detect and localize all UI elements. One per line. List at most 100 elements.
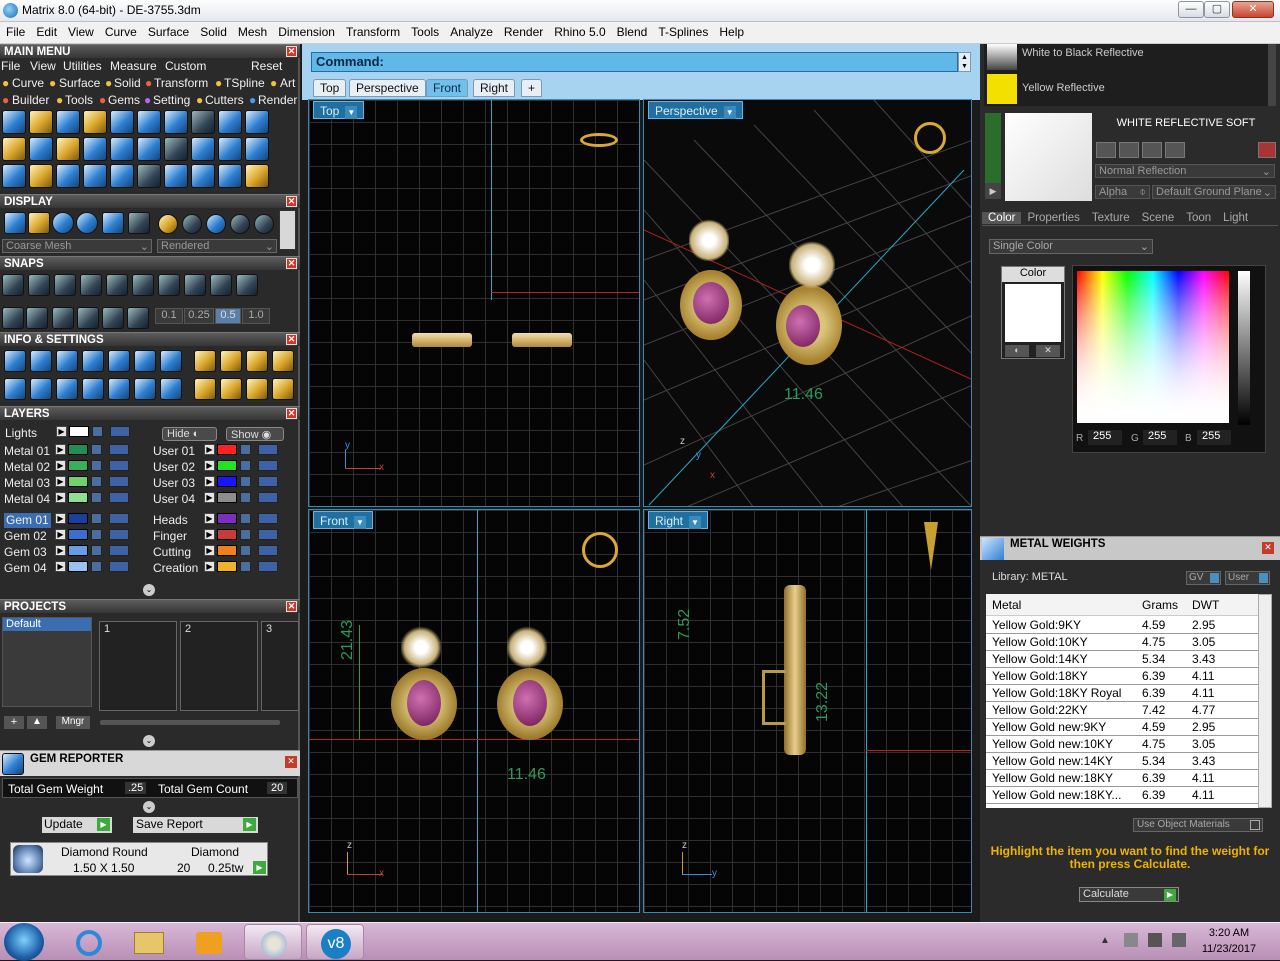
tab-light[interactable]: Light bbox=[1217, 212, 1254, 224]
tool-icon[interactable] bbox=[245, 137, 269, 161]
display-off-icon[interactable] bbox=[254, 214, 274, 234]
calculate-button[interactable]: Calculate ▶ bbox=[1079, 887, 1179, 902]
tool-icon[interactable] bbox=[83, 110, 107, 134]
layer-color[interactable] bbox=[68, 545, 88, 556]
layer-color[interactable] bbox=[68, 513, 88, 524]
color-mode-select[interactable]: Single Color ⌄ bbox=[989, 239, 1153, 254]
add-view-tab[interactable]: + bbox=[521, 79, 543, 97]
category-tools[interactable]: Tools bbox=[65, 93, 93, 107]
close-icon[interactable]: ✕ bbox=[286, 258, 297, 269]
taskbar-ie-icon[interactable] bbox=[60, 924, 118, 960]
layer-arrow-icon[interactable]: ▶ bbox=[55, 492, 66, 503]
layer-arrow-icon[interactable]: ▶ bbox=[204, 529, 215, 540]
layer-color[interactable] bbox=[68, 561, 88, 572]
material-tool-icon[interactable] bbox=[1096, 142, 1116, 158]
user-toggle[interactable]: User bbox=[1225, 571, 1270, 585]
lock-icon[interactable] bbox=[240, 513, 251, 524]
tool-icon[interactable] bbox=[110, 137, 134, 161]
info-setting-icon[interactable] bbox=[134, 378, 156, 400]
snap-icon[interactable] bbox=[210, 274, 232, 296]
layer-arrow-icon[interactable]: ▶ bbox=[55, 513, 66, 524]
category-transform[interactable]: Transform bbox=[154, 76, 208, 90]
info-setting-icon[interactable] bbox=[272, 350, 294, 372]
info-setting-icon[interactable] bbox=[160, 350, 182, 372]
info-setting-icon[interactable] bbox=[134, 350, 156, 372]
tool-icon[interactable] bbox=[2, 137, 26, 161]
info-setting-icon[interactable] bbox=[82, 378, 104, 400]
layer-color[interactable] bbox=[68, 492, 88, 503]
snap-icon[interactable] bbox=[52, 307, 74, 329]
gem-detail-arrow-icon[interactable]: ▶ bbox=[253, 861, 266, 874]
menu-dimension[interactable]: Dimension bbox=[272, 22, 340, 39]
tray-time[interactable]: 3:20 AM bbox=[1196, 927, 1262, 939]
ring-side-nav-icon[interactable] bbox=[924, 522, 938, 570]
command-scroll[interactable]: ▲ ▼ bbox=[958, 52, 971, 72]
tool-icon[interactable] bbox=[56, 137, 80, 161]
lock-icon[interactable] bbox=[240, 545, 251, 556]
tool-icon[interactable] bbox=[164, 164, 188, 188]
tab-scene[interactable]: Scene bbox=[1136, 212, 1181, 224]
viewport-top[interactable]: Top ▼ y x bbox=[308, 99, 640, 507]
ring-nav-icon[interactable] bbox=[914, 122, 946, 154]
material-tool-icon[interactable] bbox=[1119, 142, 1139, 158]
visibility-icon[interactable] bbox=[109, 492, 129, 503]
close-icon[interactable]: ✕ bbox=[286, 334, 297, 345]
project-slot-2[interactable]: 2 bbox=[180, 621, 258, 711]
main-menu-nav-measure[interactable]: Measure bbox=[110, 59, 157, 73]
tab-color[interactable]: Color bbox=[982, 212, 1022, 224]
gem-detail-row[interactable]: Diamond Round 1.50 X 1.50 Diamond 20 0.2… bbox=[10, 842, 268, 876]
tool-icon[interactable] bbox=[191, 137, 215, 161]
tool-icon[interactable] bbox=[83, 137, 107, 161]
snap-value-1[interactable]: 0.25 bbox=[184, 308, 214, 324]
snap-icon[interactable] bbox=[158, 274, 180, 296]
close-icon[interactable]: ✕ bbox=[286, 601, 297, 612]
expand-arrow-icon[interactable]: ▶ bbox=[985, 183, 1001, 199]
tool-icon[interactable] bbox=[137, 137, 161, 161]
snap-value-2[interactable]: 0.5 bbox=[215, 308, 241, 324]
viewport-front-label[interactable]: Front ▼ bbox=[313, 511, 374, 529]
info-setting-icon[interactable] bbox=[272, 378, 294, 400]
layer-color[interactable] bbox=[217, 513, 237, 524]
layer-color[interactable] bbox=[217, 529, 237, 540]
layer-arrow-icon[interactable]: ▶ bbox=[204, 561, 215, 572]
upload-project-button[interactable]: ▲ bbox=[27, 716, 47, 729]
viewport-top-label[interactable]: Top ▼ bbox=[313, 101, 365, 119]
metal-table-scrollbar[interactable] bbox=[1258, 594, 1272, 808]
show-button[interactable]: Show ◉ bbox=[226, 427, 284, 441]
viewport-right-label[interactable]: Right ▼ bbox=[648, 511, 709, 529]
hide-button[interactable]: Hide ◐ bbox=[162, 427, 217, 441]
menu-surface[interactable]: Surface bbox=[142, 22, 194, 39]
close-icon[interactable]: ✕ bbox=[285, 756, 297, 768]
menu-edit[interactable]: Edit bbox=[30, 22, 62, 39]
lock-icon[interactable] bbox=[91, 561, 102, 572]
snap-icon[interactable] bbox=[26, 307, 48, 329]
material-side-tab[interactable] bbox=[985, 113, 1001, 183]
visibility-icon[interactable] bbox=[109, 444, 129, 455]
menu-analyze[interactable]: Analyze bbox=[444, 22, 498, 39]
menu-curve[interactable]: Curve bbox=[99, 22, 142, 39]
lock-icon[interactable] bbox=[240, 460, 251, 471]
projects-scrollbar[interactable] bbox=[100, 720, 280, 725]
info-setting-icon[interactable] bbox=[194, 350, 216, 372]
layer-color[interactable] bbox=[68, 476, 88, 487]
display-blue-ball-icon[interactable] bbox=[206, 214, 226, 234]
table-row[interactable]: Yellow Gold new:18KY 6.39 4.11 bbox=[986, 770, 1258, 787]
close-button[interactable]: ✕ bbox=[1232, 1, 1274, 18]
tab-top[interactable]: Top bbox=[313, 79, 347, 97]
info-setting-icon[interactable] bbox=[194, 378, 216, 400]
visibility-icon[interactable] bbox=[258, 444, 278, 455]
alpha-field[interactable]: Alpha ⌽ bbox=[1095, 185, 1150, 199]
tool-icon[interactable] bbox=[56, 110, 80, 134]
layer-color[interactable] bbox=[68, 460, 88, 471]
tab-toon[interactable]: Toon bbox=[1180, 212, 1217, 224]
tool-icon[interactable] bbox=[2, 110, 26, 134]
table-row[interactable]: Yellow Gold new:18KY... 6.39 4.11 bbox=[986, 787, 1258, 804]
main-menu-nav-utilities[interactable]: Utilities bbox=[63, 59, 102, 73]
lock-icon[interactable] bbox=[91, 529, 102, 540]
lock-icon[interactable] bbox=[240, 444, 251, 455]
lock-icon[interactable] bbox=[92, 426, 103, 437]
visibility-icon[interactable] bbox=[258, 545, 278, 556]
layer-arrow-icon[interactable]: ▶ bbox=[55, 545, 66, 556]
layer-arrow-icon[interactable]: ▶ bbox=[204, 444, 215, 455]
category-solid[interactable]: Solid bbox=[114, 76, 141, 90]
